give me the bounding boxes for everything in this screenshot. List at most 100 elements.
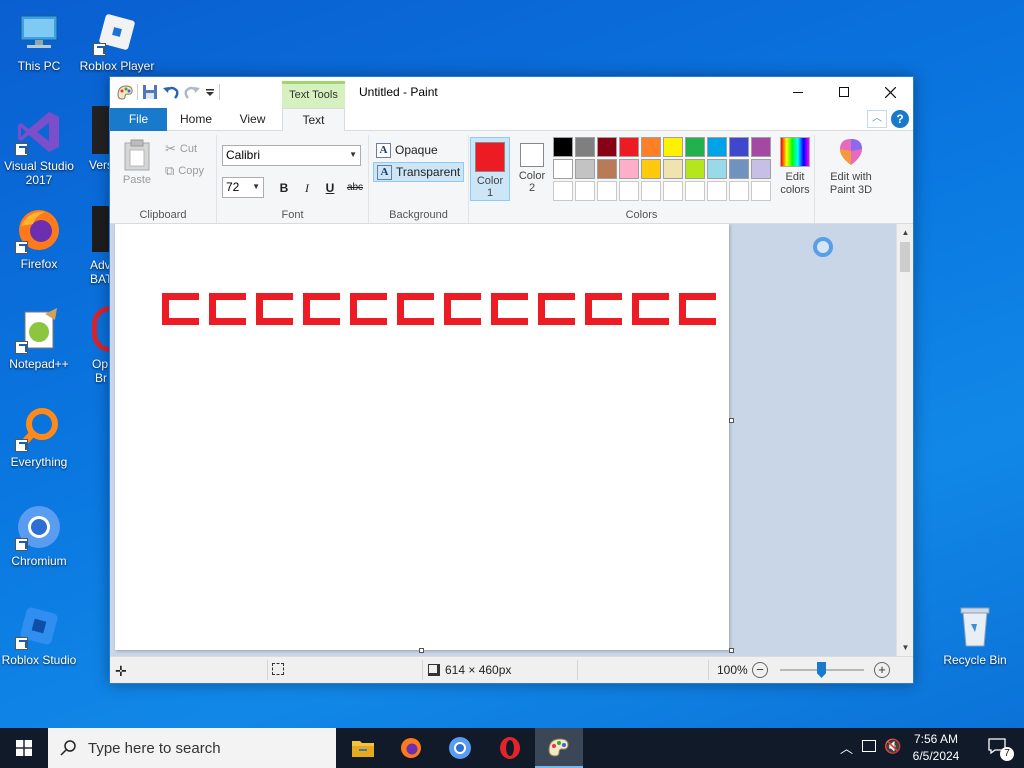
palette-swatch[interactable] — [575, 159, 595, 179]
palette-swatch-custom[interactable] — [685, 181, 705, 201]
palette-swatch[interactable] — [619, 159, 639, 179]
palette-swatch[interactable] — [707, 159, 727, 179]
palette-swatch[interactable] — [663, 159, 683, 179]
palette-swatch[interactable] — [685, 137, 705, 157]
scroll-thumb[interactable] — [900, 242, 910, 272]
maximize-button[interactable] — [821, 77, 867, 107]
palette-swatch-custom[interactable] — [729, 181, 749, 201]
desktop-icon-notepad-plus-plus[interactable]: Notepad++ — [0, 306, 78, 371]
copy-button[interactable]: ⧉ Copy — [165, 163, 204, 179]
partial-desktop-icon[interactable] — [92, 306, 110, 352]
action-center-button[interactable]: 7 — [988, 738, 1014, 761]
bold-button[interactable]: B — [275, 179, 293, 197]
help-button[interactable]: ? — [891, 110, 909, 128]
undo-icon[interactable] — [162, 83, 180, 101]
palette-swatch-custom[interactable] — [751, 181, 771, 201]
palette-swatch[interactable] — [641, 137, 661, 157]
opaque-button[interactable]: A Opaque — [373, 140, 441, 160]
clipboard-group-label: Clipboard — [139, 209, 187, 221]
palette-swatch[interactable] — [663, 137, 683, 157]
palette-swatch[interactable] — [597, 159, 617, 179]
taskbar-paint[interactable] — [535, 728, 583, 768]
cut-button[interactable]: ✂ Cut — [165, 141, 197, 157]
start-button[interactable] — [0, 728, 48, 768]
palette-swatch[interactable] — [685, 159, 705, 179]
desktop-icon-firefox[interactable]: Firefox — [0, 206, 78, 271]
palette-swatch[interactable] — [707, 137, 727, 157]
strikethrough-button[interactable]: abc — [344, 179, 366, 197]
transparent-button[interactable]: A Transparent — [373, 162, 465, 182]
tab-home[interactable]: Home — [167, 108, 225, 131]
palette-swatch-custom[interactable] — [707, 181, 727, 201]
minimize-ribbon-button[interactable]: ︿ — [867, 110, 887, 128]
palette-swatch-custom[interactable] — [597, 181, 617, 201]
partial-desktop-icon[interactable] — [92, 106, 110, 154]
palette-swatch-custom[interactable] — [619, 181, 639, 201]
desktop-icon-roblox-studio[interactable]: Roblox Studio — [0, 602, 78, 667]
taskbar-file-explorer[interactable] — [339, 728, 387, 768]
desktop-icon-visual-studio[interactable]: Visual Studio 2017 — [0, 108, 78, 187]
palette-swatch-custom[interactable] — [575, 181, 595, 201]
italic-button[interactable]: I — [298, 179, 316, 197]
close-button[interactable] — [867, 77, 913, 107]
palette-swatch-custom[interactable] — [663, 181, 683, 201]
palette-swatch[interactable] — [553, 137, 573, 157]
palette-swatch[interactable] — [751, 137, 771, 157]
font-size-combo[interactable]: 72 ▼ — [222, 177, 264, 198]
zoom-slider-thumb[interactable] — [817, 662, 826, 678]
network-icon[interactable] — [862, 740, 876, 752]
canvas-text-glyph — [632, 293, 669, 325]
chevron-up-icon[interactable]: ︿ — [840, 738, 853, 757]
desktop-icon-chromium[interactable]: Chromium — [0, 503, 78, 568]
drawing-canvas[interactable] — [115, 224, 729, 650]
resize-handle-right[interactable] — [729, 418, 734, 423]
desktop-icon-everything[interactable]: Everything — [0, 404, 78, 469]
palette-swatch[interactable] — [751, 159, 771, 179]
palette-swatch[interactable] — [553, 159, 573, 179]
desktop-icon-this-pc[interactable]: This PC — [0, 8, 78, 73]
tab-file[interactable]: File — [110, 108, 167, 131]
palette-swatch[interactable] — [619, 137, 639, 157]
palette-swatch[interactable] — [575, 137, 595, 157]
underline-button[interactable]: U — [321, 179, 339, 197]
resize-handle-bottom[interactable] — [419, 648, 424, 653]
palette-swatch[interactable] — [597, 137, 617, 157]
edit-with-paint3d-button[interactable]: Edit with Paint 3D — [821, 137, 881, 197]
desktop-icon-recycle-bin[interactable]: Recycle Bin — [936, 602, 1014, 667]
zoom-out-button[interactable]: − — [752, 662, 768, 678]
color2-label-line2: 2 — [528, 182, 536, 194]
customize-qat-icon[interactable] — [204, 83, 216, 101]
vertical-scrollbar[interactable]: ▲ ▼ — [896, 224, 913, 656]
font-family-combo[interactable]: Calibri ▼ — [222, 145, 361, 166]
palette-swatch[interactable] — [641, 159, 661, 179]
zoom-in-button[interactable]: + — [874, 662, 890, 678]
tab-text[interactable]: Text — [282, 108, 345, 132]
taskbar-firefox[interactable] — [387, 728, 435, 768]
canvas-workspace[interactable] — [110, 224, 903, 656]
redo-icon[interactable] — [183, 83, 201, 101]
tab-view[interactable]: View — [225, 108, 280, 131]
color2-button[interactable]: Color 2 — [512, 137, 552, 201]
taskbar-opera[interactable] — [486, 728, 534, 768]
desktop-icon-roblox-player[interactable]: Roblox Player — [78, 8, 156, 73]
clock[interactable]: 7:56 AM 6/5/2024 — [906, 731, 966, 765]
color1-button[interactable]: Color 1 — [470, 137, 510, 201]
palette-swatch[interactable] — [729, 159, 749, 179]
volume-muted-icon[interactable]: 🔇 — [884, 738, 901, 755]
palette-swatch[interactable] — [729, 137, 749, 157]
paste-button[interactable]: Paste — [120, 139, 154, 186]
minimize-button[interactable] — [775, 77, 821, 107]
edit-colors-button[interactable]: Edit colors — [775, 137, 815, 197]
paint-app-icon[interactable] — [116, 83, 134, 101]
palette-swatch-custom[interactable] — [641, 181, 661, 201]
partial-desktop-icon[interactable] — [92, 206, 110, 252]
scroll-up-arrow-icon[interactable]: ▲ — [897, 224, 914, 241]
taskbar-chromium[interactable] — [436, 728, 484, 768]
scroll-down-arrow-icon[interactable]: ▼ — [897, 639, 914, 656]
palette-swatch-custom[interactable] — [553, 181, 573, 201]
save-icon[interactable] — [141, 83, 159, 101]
taskbar-search-box[interactable]: Type here to search — [48, 728, 336, 768]
title-bar[interactable]: Text Tools Untitled - Paint — [110, 77, 913, 108]
paint-window[interactable]: Text Tools Untitled - Paint File Home Vi… — [109, 76, 914, 684]
resize-handle-corner[interactable] — [729, 648, 734, 653]
